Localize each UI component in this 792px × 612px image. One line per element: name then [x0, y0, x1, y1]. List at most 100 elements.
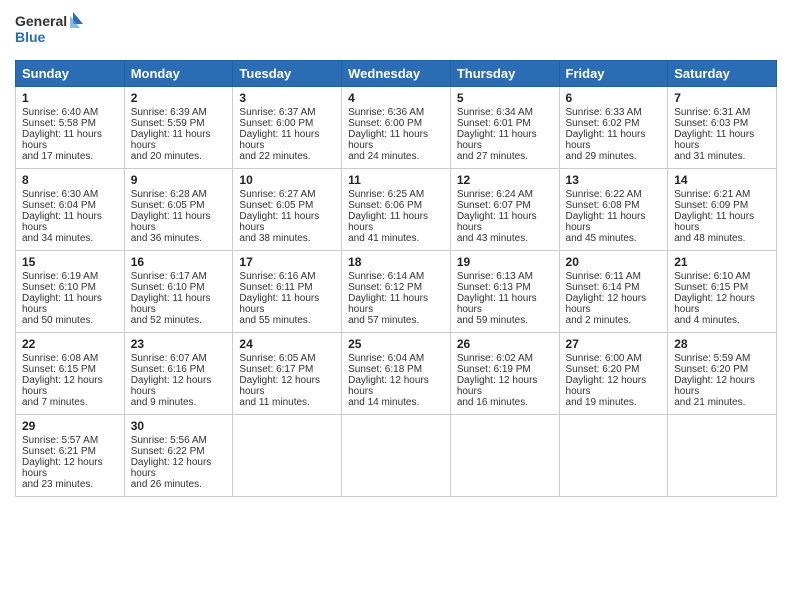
sunset-info: Sunset: 6:09 PM	[674, 200, 748, 211]
weekday-header-sunday: Sunday	[16, 61, 125, 87]
sunset-info: Sunset: 6:22 PM	[131, 446, 205, 457]
daylight-info: Daylight: 11 hours hours	[348, 293, 428, 315]
sunrise-info: Sunrise: 6:05 AM	[239, 353, 315, 364]
day-number: 30	[131, 419, 227, 433]
calendar-cell	[233, 415, 342, 497]
day-number: 23	[131, 337, 227, 351]
sunset-info: Sunset: 6:18 PM	[348, 364, 422, 375]
calendar-cell: 7 Sunrise: 6:31 AM Sunset: 6:03 PM Dayli…	[668, 87, 777, 169]
calendar-cell: 14 Sunrise: 6:21 AM Sunset: 6:09 PM Dayl…	[668, 169, 777, 251]
calendar-cell: 17 Sunrise: 6:16 AM Sunset: 6:11 PM Dayl…	[233, 251, 342, 333]
daylight-minutes: and 29 minutes.	[566, 151, 637, 162]
sunset-info: Sunset: 6:10 PM	[22, 282, 96, 293]
daylight-minutes: and 24 minutes.	[348, 151, 419, 162]
sunset-info: Sunset: 6:10 PM	[131, 282, 205, 293]
svg-text:General: General	[15, 13, 67, 29]
daylight-minutes: and 14 minutes.	[348, 397, 419, 408]
daylight-info: Daylight: 11 hours hours	[348, 211, 428, 233]
calendar-cell: 6 Sunrise: 6:33 AM Sunset: 6:02 PM Dayli…	[559, 87, 668, 169]
daylight-info: Daylight: 11 hours hours	[131, 293, 211, 315]
sunset-info: Sunset: 6:03 PM	[674, 118, 748, 129]
calendar-cell: 27 Sunrise: 6:00 AM Sunset: 6:20 PM Dayl…	[559, 333, 668, 415]
day-number: 13	[566, 173, 662, 187]
calendar-cell: 12 Sunrise: 6:24 AM Sunset: 6:07 PM Dayl…	[450, 169, 559, 251]
daylight-info: Daylight: 11 hours hours	[131, 129, 211, 151]
day-number: 10	[239, 173, 335, 187]
daylight-minutes: and 36 minutes.	[131, 233, 202, 244]
daylight-info: Daylight: 11 hours hours	[131, 211, 211, 233]
day-number: 15	[22, 255, 118, 269]
day-number: 12	[457, 173, 553, 187]
sunrise-info: Sunrise: 6:11 AM	[566, 271, 641, 282]
calendar-cell: 20 Sunrise: 6:11 AM Sunset: 6:14 PM Dayl…	[559, 251, 668, 333]
daylight-minutes: and 38 minutes.	[239, 233, 310, 244]
calendar-table: SundayMondayTuesdayWednesdayThursdayFrid…	[15, 60, 777, 497]
daylight-minutes: and 22 minutes.	[239, 151, 310, 162]
weekday-header-monday: Monday	[124, 61, 233, 87]
calendar-week-row: 22 Sunrise: 6:08 AM Sunset: 6:15 PM Dayl…	[16, 333, 777, 415]
sunset-info: Sunset: 6:13 PM	[457, 282, 531, 293]
daylight-info: Daylight: 12 hours hours	[566, 375, 647, 397]
sunrise-info: Sunrise: 6:22 AM	[566, 189, 642, 200]
sunset-info: Sunset: 6:16 PM	[131, 364, 205, 375]
daylight-info: Daylight: 12 hours hours	[457, 375, 538, 397]
sunset-info: Sunset: 6:05 PM	[131, 200, 205, 211]
calendar-cell: 23 Sunrise: 6:07 AM Sunset: 6:16 PM Dayl…	[124, 333, 233, 415]
sunrise-info: Sunrise: 5:56 AM	[131, 435, 207, 446]
daylight-minutes: and 27 minutes.	[457, 151, 528, 162]
calendar-cell: 21 Sunrise: 6:10 AM Sunset: 6:15 PM Dayl…	[668, 251, 777, 333]
calendar-cell: 8 Sunrise: 6:30 AM Sunset: 6:04 PM Dayli…	[16, 169, 125, 251]
sunrise-info: Sunrise: 6:14 AM	[348, 271, 424, 282]
daylight-info: Daylight: 12 hours hours	[348, 375, 429, 397]
daylight-minutes: and 34 minutes.	[22, 233, 93, 244]
calendar-week-row: 15 Sunrise: 6:19 AM Sunset: 6:10 PM Dayl…	[16, 251, 777, 333]
daylight-info: Daylight: 12 hours hours	[22, 375, 103, 397]
sunrise-info: Sunrise: 6:33 AM	[566, 107, 642, 118]
daylight-info: Daylight: 12 hours hours	[131, 457, 212, 479]
daylight-info: Daylight: 11 hours hours	[457, 129, 537, 151]
sunrise-info: Sunrise: 6:34 AM	[457, 107, 533, 118]
day-number: 2	[131, 91, 227, 105]
sunrise-info: Sunrise: 6:10 AM	[674, 271, 750, 282]
logo: General Blue	[15, 10, 85, 52]
sunset-info: Sunset: 6:20 PM	[674, 364, 748, 375]
calendar-cell: 30 Sunrise: 5:56 AM Sunset: 6:22 PM Dayl…	[124, 415, 233, 497]
daylight-minutes: and 20 minutes.	[131, 151, 202, 162]
daylight-minutes: and 31 minutes.	[674, 151, 745, 162]
daylight-minutes: and 50 minutes.	[22, 315, 93, 326]
daylight-info: Daylight: 11 hours hours	[239, 293, 319, 315]
day-number: 7	[674, 91, 770, 105]
calendar-cell: 1 Sunrise: 6:40 AM Sunset: 5:58 PM Dayli…	[16, 87, 125, 169]
sunrise-info: Sunrise: 6:37 AM	[239, 107, 315, 118]
day-number: 25	[348, 337, 444, 351]
sunrise-info: Sunrise: 6:07 AM	[131, 353, 207, 364]
calendar-cell	[668, 415, 777, 497]
day-number: 20	[566, 255, 662, 269]
weekday-header-saturday: Saturday	[668, 61, 777, 87]
calendar-cell: 15 Sunrise: 6:19 AM Sunset: 6:10 PM Dayl…	[16, 251, 125, 333]
sunset-info: Sunset: 6:14 PM	[566, 282, 640, 293]
calendar-cell: 29 Sunrise: 5:57 AM Sunset: 6:21 PM Dayl…	[16, 415, 125, 497]
sunrise-info: Sunrise: 6:28 AM	[131, 189, 207, 200]
daylight-minutes: and 43 minutes.	[457, 233, 528, 244]
sunset-info: Sunset: 6:00 PM	[239, 118, 313, 129]
day-number: 9	[131, 173, 227, 187]
weekday-header-thursday: Thursday	[450, 61, 559, 87]
svg-text:Blue: Blue	[15, 29, 46, 45]
sunrise-info: Sunrise: 5:57 AM	[22, 435, 98, 446]
calendar-cell: 16 Sunrise: 6:17 AM Sunset: 6:10 PM Dayl…	[124, 251, 233, 333]
day-number: 16	[131, 255, 227, 269]
sunset-info: Sunset: 6:15 PM	[674, 282, 748, 293]
sunrise-info: Sunrise: 6:19 AM	[22, 271, 98, 282]
daylight-minutes: and 17 minutes.	[22, 151, 93, 162]
sunset-info: Sunset: 6:08 PM	[566, 200, 640, 211]
day-number: 3	[239, 91, 335, 105]
calendar-week-row: 8 Sunrise: 6:30 AM Sunset: 6:04 PM Dayli…	[16, 169, 777, 251]
sunrise-info: Sunrise: 6:30 AM	[22, 189, 98, 200]
daylight-info: Daylight: 11 hours hours	[674, 211, 754, 233]
daylight-info: Daylight: 11 hours hours	[566, 129, 646, 151]
daylight-info: Daylight: 11 hours hours	[457, 211, 537, 233]
daylight-info: Daylight: 11 hours hours	[239, 129, 319, 151]
calendar-cell	[559, 415, 668, 497]
weekday-header-friday: Friday	[559, 61, 668, 87]
